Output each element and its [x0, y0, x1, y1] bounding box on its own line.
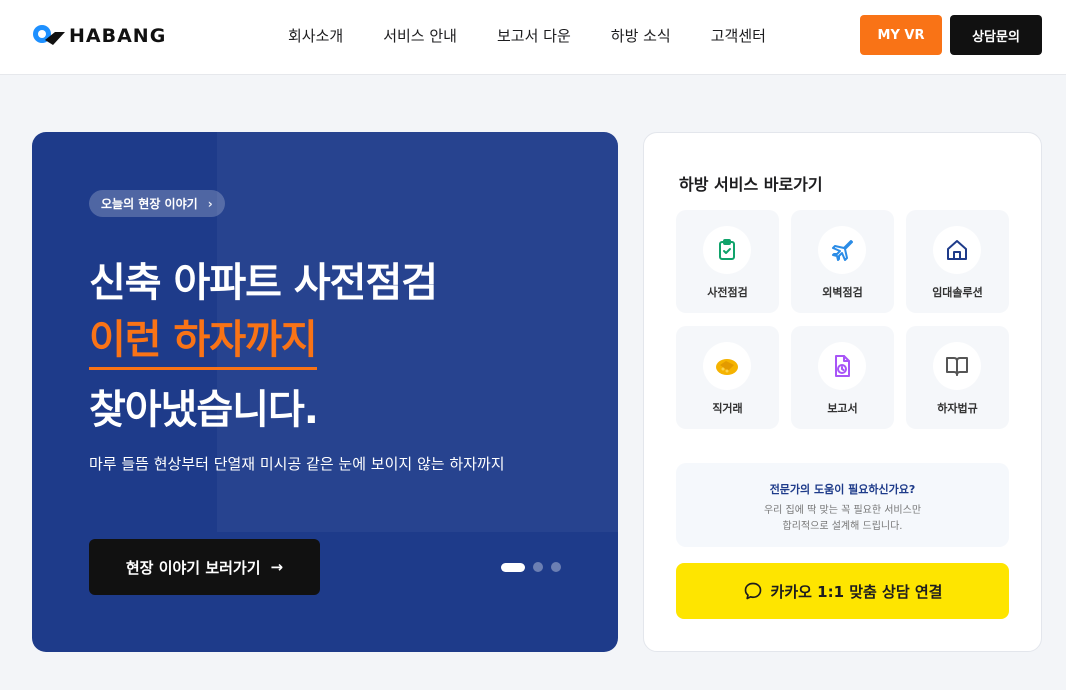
service-tile-label: 임대솔루션 [932, 286, 983, 299]
hero-headline-line2: 이런 하자까지 [89, 307, 318, 370]
hero-description: 마루 들뜸 현상부터 단열재 미시공 같은 눈에 보이지 않는 하자까지 [89, 455, 505, 473]
hero-headline-line3: 찾아냈습니다. [89, 387, 319, 433]
nav-item-news[interactable]: 하방 소식 [611, 25, 671, 46]
service-tile-label: 보고서 [827, 402, 858, 415]
arrow-right-icon: → [270, 558, 284, 576]
service-tile-label: 사전점검 [707, 286, 748, 299]
hero-tag-label: 오늘의 현장 이야기 [101, 197, 198, 211]
main-nav: 회사소개 서비스 안내 보고서 다운 하방 소식 고객센터 [288, 25, 806, 46]
service-tile-exterior[interactable]: 외벽점검 [791, 210, 894, 313]
home-icon [933, 226, 981, 274]
slide-indicator [501, 562, 561, 572]
services-card: 하방 서비스 바로가기 사전점검 외벽점검 임대솔루션 직거래 보고서 하자법규… [643, 132, 1042, 652]
book-open-icon [933, 342, 981, 390]
hero-cta-label: 현장 이야기 보러가기 [125, 558, 261, 577]
my-vr-button[interactable]: MY VR [860, 15, 942, 55]
slide-dot-1[interactable] [501, 562, 525, 572]
service-tile-rental[interactable]: 임대솔루션 [906, 210, 1009, 313]
nav-item-services[interactable]: 서비스 안내 [383, 25, 457, 46]
handshake-icon [703, 342, 751, 390]
nav-item-support[interactable]: 고객센터 [711, 25, 766, 46]
consult-button[interactable]: 상담문의 [950, 15, 1042, 55]
help-description-line2: 합리적으로 설계해 드립니다. [782, 521, 903, 532]
service-tile-label: 외벽점검 [822, 286, 863, 299]
nav-item-report-download[interactable]: 보고서 다운 [497, 25, 571, 46]
logo-mark-icon [31, 23, 67, 49]
chevron-right-icon: › [207, 196, 213, 211]
help-title: 전문가의 도움이 필요하신가요? [769, 483, 916, 496]
help-box: 전문가의 도움이 필요하신가요? 우리 집에 딱 맞는 꼭 필요한 서비스만 합… [676, 463, 1009, 547]
document-clock-icon [818, 342, 866, 390]
kakao-consult-button[interactable]: 카카오 1:1 맞춤 상담 연결 [676, 563, 1009, 619]
clipboard-check-icon [703, 226, 751, 274]
hero-tag-pill[interactable]: 오늘의 현장 이야기 › [89, 190, 225, 217]
hero-headline-line1: 신축 아파트 사전점검 [89, 260, 438, 306]
hero-cta-button[interactable]: 현장 이야기 보러가기 → [89, 539, 320, 595]
airplane-icon [818, 226, 866, 274]
slide-dot-3[interactable] [551, 562, 561, 572]
service-tile-pre-inspection[interactable]: 사전점검 [676, 210, 779, 313]
top-header: HABANG 회사소개 서비스 안내 보고서 다운 하방 소식 고객센터 MY … [0, 0, 1066, 75]
logo[interactable]: HABANG [31, 23, 166, 49]
service-tile-label: 하자법규 [937, 402, 978, 415]
service-tile-label: 직거래 [712, 402, 743, 415]
hero-banner: 오늘의 현장 이야기 › 신축 아파트 사전점검 이런 하자까지 찾아냈습니다.… [32, 132, 618, 652]
brand-name: HABANG [69, 25, 167, 47]
slide-dot-2[interactable] [533, 562, 543, 572]
chat-bubble-icon [744, 582, 761, 600]
service-tile-direct-deal[interactable]: 직거래 [676, 326, 779, 429]
nav-item-company[interactable]: 회사소개 [288, 25, 343, 46]
help-description-line1: 우리 집에 딱 맞는 꼭 필요한 서비스만 [763, 505, 922, 516]
help-description: 우리 집에 딱 맞는 꼭 필요한 서비스만 합리적으로 설계해 드립니다. [676, 503, 1009, 535]
service-tile-law[interactable]: 하자법규 [906, 326, 1009, 429]
services-title: 하방 서비스 바로가기 [679, 175, 823, 194]
service-tile-report[interactable]: 보고서 [791, 326, 894, 429]
kakao-consult-label: 카카오 1:1 맞춤 상담 연결 [770, 582, 943, 601]
